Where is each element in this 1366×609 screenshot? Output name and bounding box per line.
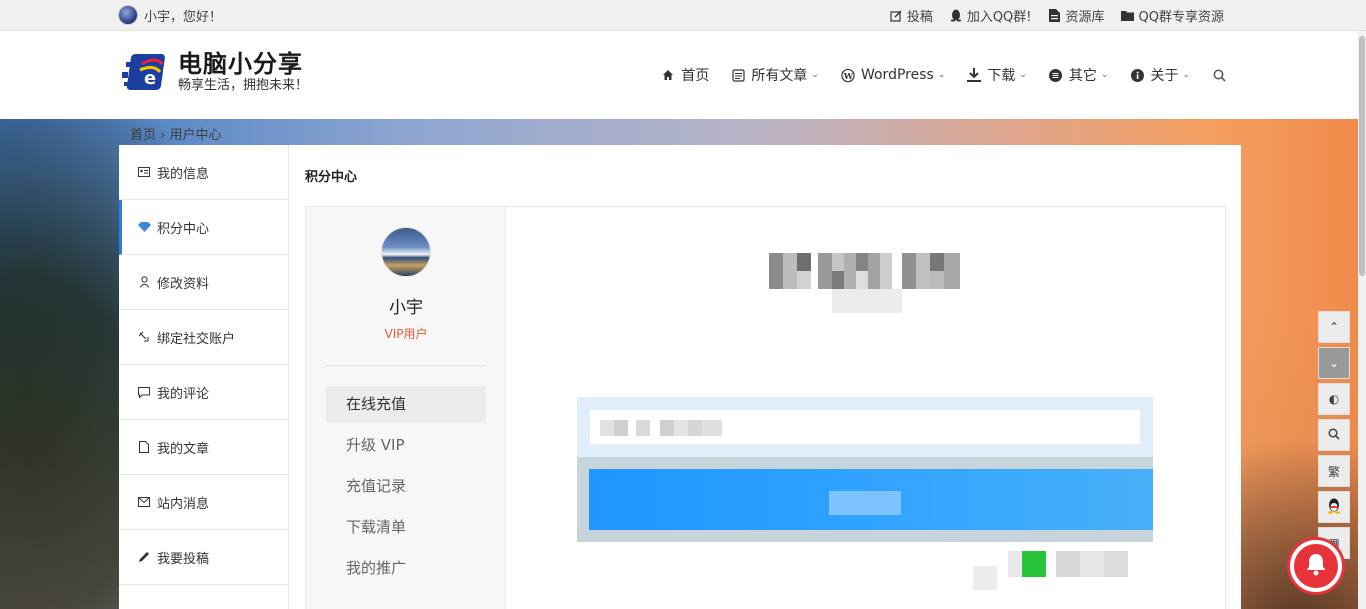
file-icon <box>137 440 151 454</box>
points-menu-download-list[interactable]: 下载清单 <box>326 509 486 546</box>
user-center-sidebar: 我的信息 积分中心 修改资料 绑定社交账户 我的评论 我的文章 站内消息 我要投… <box>119 145 289 609</box>
top-bar: 小宇，您好！ 投稿 加入QQ群! 资源库 QQ群专享资源 <box>0 0 1366 31</box>
svg-text:e: e <box>144 68 156 89</box>
qq-icon <box>949 9 963 23</box>
sidebar-item-edit-profile[interactable]: 修改资料 <box>119 255 289 310</box>
main-nav: 首页 所有文章 ⌄ W WordPress ⌄ 下载 ⌄ 其它 ⌄ 关于 ⌄ <box>661 65 1226 85</box>
sidebar-item-bind-social[interactable]: 绑定社交账户 <box>119 310 289 365</box>
link-resource-library[interactable]: 资源库 <box>1048 6 1105 25</box>
scroll-bottom-button[interactable]: ⌄ <box>1318 347 1350 379</box>
dark-mode-button[interactable]: ◐ <box>1318 383 1350 415</box>
site-subtitle: 畅享生活，拥抱未来！ <box>178 78 309 93</box>
breadcrumb-current: 用户中心 <box>169 128 222 143</box>
link-join-qq-group[interactable]: 加入QQ群! <box>949 6 1032 25</box>
scrollbar-thumb[interactable] <box>1359 36 1365 276</box>
greeting-text: 小宇，您好！ <box>144 9 223 25</box>
sidebar-item-my-comments[interactable]: 我的评论 <box>119 365 289 420</box>
document-icon <box>1048 9 1062 23</box>
breadcrumb-home[interactable]: 首页 <box>130 128 156 143</box>
user-icon <box>137 275 151 289</box>
more-icon <box>1049 68 1063 82</box>
sidebar-item-points-center[interactable]: 积分中心 <box>119 200 289 255</box>
breadcrumb: 首页 › 用户中心 <box>130 124 222 143</box>
nav-home[interactable]: 首页 <box>661 65 709 85</box>
greeting: 小宇，您好！ <box>118 5 222 25</box>
search-icon <box>1212 68 1226 82</box>
avatar[interactable] <box>381 227 431 277</box>
wordpress-icon: W <box>841 68 855 82</box>
main-panel: 积分中心 小宇 VIP用户 在线充值 升级 VIP 充值记录 下载清单 我的推广 <box>288 145 1241 609</box>
link-qq-exclusive[interactable]: QQ群专享资源 <box>1121 6 1224 25</box>
id-card-icon <box>137 165 151 179</box>
chevron-up-icon: ⌃ <box>1328 320 1340 334</box>
logo-icon: e <box>122 50 170 94</box>
bell-icon <box>1305 552 1327 580</box>
sidebar-item-my-articles[interactable]: 我的文章 <box>119 420 289 475</box>
search-icon <box>1328 427 1340 443</box>
points-menu-recharge-history[interactable]: 充值记录 <box>326 468 486 505</box>
page-title: 积分中心 <box>305 170 358 185</box>
nav-download[interactable]: 下载 ⌄ <box>967 65 1027 85</box>
nav-other[interactable]: 其它 ⌄ <box>1049 65 1109 85</box>
folder-icon <box>1121 9 1135 23</box>
link-icon <box>137 330 151 344</box>
recharge-panel <box>506 207 1226 609</box>
search-button[interactable] <box>1318 419 1350 451</box>
diamond-icon <box>137 220 151 234</box>
top-links: 投稿 加入QQ群! 资源库 QQ群专享资源 <box>889 6 1224 25</box>
qq-icon <box>1327 498 1341 517</box>
edit-icon <box>889 9 903 23</box>
chevron-down-icon: ⌄ <box>1019 70 1027 80</box>
chevron-down-icon: ⌄ <box>937 70 946 80</box>
scroll-top-button[interactable]: ⌃ <box>1318 311 1350 343</box>
sidebar-item-my-info[interactable]: 我的信息 <box>119 145 289 200</box>
download-icon <box>967 68 982 82</box>
chevron-down-icon: ⌄ <box>1328 356 1340 370</box>
nav-all-articles[interactable]: 所有文章 ⌄ <box>731 65 819 85</box>
points-menu-upgrade-vip[interactable]: 升级 VIP <box>326 427 486 464</box>
chevron-down-icon: ⌄ <box>811 70 819 80</box>
site-header: e 电脑小分享 畅享生活，拥抱未来！ 首页 所有文章 ⌄ W WordPress <box>0 31 1366 119</box>
points-menu: 在线充值 升级 VIP 充值记录 下载清单 我的推广 <box>326 386 486 591</box>
notification-bell-button[interactable] <box>1290 540 1342 592</box>
divider <box>326 365 486 366</box>
recharge-amount-input[interactable] <box>589 409 1141 445</box>
floating-toolbar: ⌃ ⌄ ◐ 繁 ▦ <box>1318 311 1350 563</box>
nav-search[interactable] <box>1212 68 1226 82</box>
info-icon <box>1130 68 1144 82</box>
chevron-down-icon: ⌄ <box>1182 70 1190 80</box>
nav-wordpress[interactable]: W WordPress ⌄ <box>841 67 945 83</box>
points-menu-online-recharge[interactable]: 在线充值 <box>326 386 486 423</box>
mail-icon <box>137 495 151 509</box>
sidebar-item-submit-post[interactable]: 我要投稿 <box>119 530 289 585</box>
svg-text:W: W <box>843 70 854 80</box>
contrast-icon: ◐ <box>1328 392 1340 406</box>
vip-badge: VIP用户 <box>384 327 428 341</box>
user-avatar-small[interactable] <box>118 5 138 25</box>
home-icon <box>661 68 675 82</box>
article-icon <box>731 68 745 82</box>
user-name: 小宇 <box>389 298 423 318</box>
pencil-icon <box>137 550 151 564</box>
points-menu-my-referrals[interactable]: 我的推广 <box>326 550 486 587</box>
page-scrollbar[interactable] <box>1358 31 1366 609</box>
recharge-submit-button[interactable] <box>589 469 1153 530</box>
breadcrumb-separator: › <box>160 128 166 143</box>
chevron-down-icon: ⌄ <box>1100 70 1109 80</box>
profile-panel: 小宇 VIP用户 在线充值 升级 VIP 充值记录 下载清单 我的推广 <box>306 207 506 609</box>
traditional-chinese-button[interactable]: 繁 <box>1318 455 1350 487</box>
points-center-content: 小宇 VIP用户 在线充值 升级 VIP 充值记录 下载清单 我的推广 <box>305 206 1226 609</box>
site-title: 电脑小分享 <box>178 50 303 78</box>
comment-icon <box>137 385 151 399</box>
link-submit-post[interactable]: 投稿 <box>889 6 933 25</box>
sidebar-item-site-messages[interactable]: 站内消息 <box>119 475 289 530</box>
site-logo[interactable]: e 电脑小分享 畅享生活，拥抱未来！ <box>122 50 308 94</box>
nav-about[interactable]: 关于 ⌄ <box>1130 65 1190 85</box>
traditional-chinese-icon: 繁 <box>1327 464 1340 479</box>
qq-button[interactable] <box>1318 491 1350 523</box>
